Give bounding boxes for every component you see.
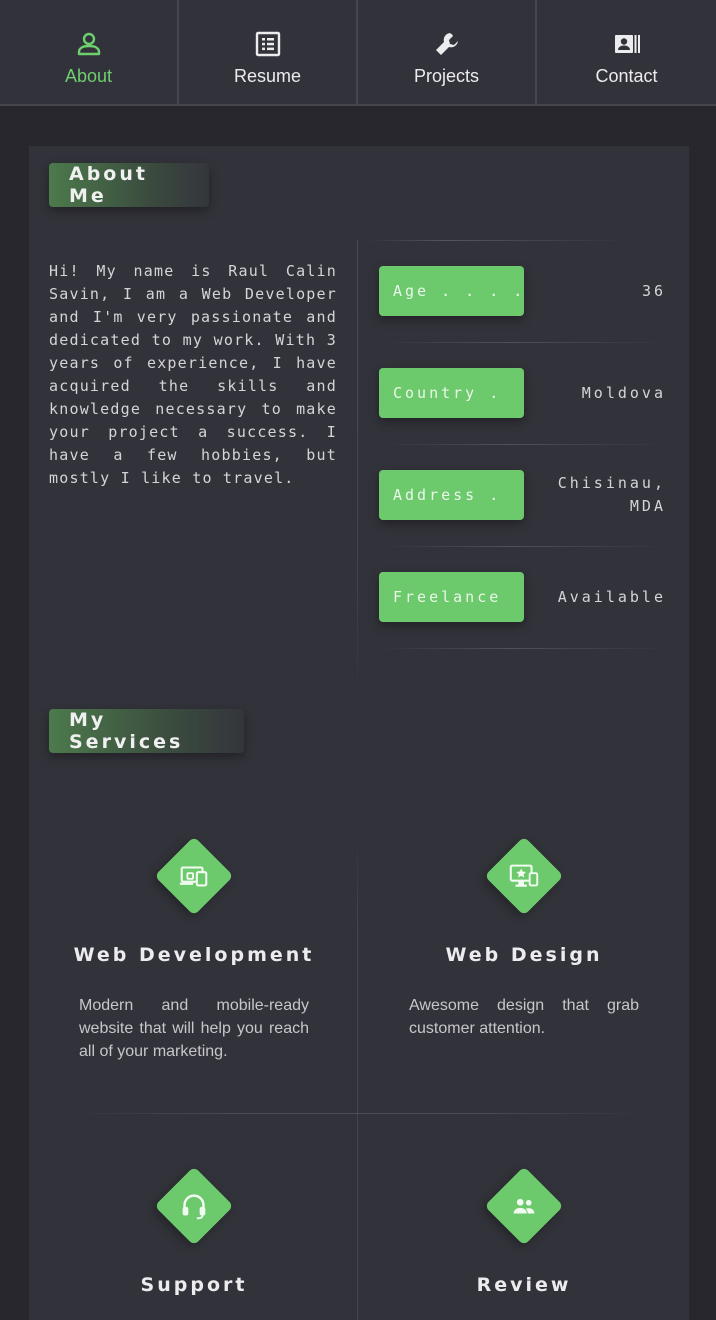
- info-row-freelance: Freelance Available: [379, 572, 669, 622]
- monitor-design-icon: [506, 858, 542, 894]
- people-icon: [506, 1188, 542, 1224]
- divider: [379, 648, 669, 649]
- divider: [379, 444, 669, 445]
- info-value-address: Chisinau, MDA: [557, 474, 666, 515]
- nav-item-about[interactable]: About: [0, 0, 179, 104]
- service-title: Web Design: [445, 944, 603, 966]
- bio-text: Hi! My name is Raul Calin Savin, I am a …: [49, 262, 337, 487]
- service-badge: [484, 836, 564, 916]
- service-description: Modern and mobile-ready website that wil…: [79, 997, 309, 1060]
- nav-label-about: About: [64, 66, 113, 86]
- divider: [69, 1113, 649, 1114]
- info-key-age: Age . . . .: [379, 266, 524, 316]
- info-row-address: Address . Chisinau, MDA: [379, 470, 669, 520]
- devices-icon: [176, 858, 212, 894]
- nav-item-projects[interactable]: Projects: [358, 0, 537, 104]
- services-heading: My Services: [49, 709, 244, 753]
- service-title: Web Development: [73, 944, 315, 966]
- service-title: Review: [476, 1274, 572, 1296]
- info-value-age: 36: [641, 281, 666, 300]
- about-card: About Me Hi! My name is Raul Calin Savin…: [29, 146, 689, 1320]
- divider: [367, 240, 629, 241]
- info-value-freelance: Available: [557, 587, 666, 606]
- list-icon: [254, 30, 282, 58]
- nav-label-contact: Contact: [595, 66, 658, 86]
- top-navigation: About Resume Projects Contact: [0, 0, 716, 106]
- about-heading: About Me: [49, 163, 209, 207]
- info-key-address: Address .: [379, 470, 524, 520]
- info-key-country: Country .: [379, 368, 524, 418]
- nav-label-projects: Projects: [413, 66, 480, 86]
- wrench-icon: [433, 30, 461, 58]
- service-badge: [154, 1166, 234, 1246]
- service-title: Support: [140, 1274, 248, 1296]
- person-icon: [75, 30, 103, 58]
- service-badge: [484, 1166, 564, 1246]
- info-row-age: Age . . . . 36: [379, 266, 669, 316]
- divider: [379, 546, 669, 547]
- service-badge: [154, 836, 234, 916]
- info-value-country: Moldova: [581, 383, 666, 402]
- info-key-freelance: Freelance: [379, 572, 524, 622]
- divider: [379, 342, 669, 343]
- nav-item-contact[interactable]: Contact: [537, 0, 716, 104]
- service-description: Awesome design that grab customer attent…: [409, 997, 639, 1037]
- headset-icon: [176, 1188, 212, 1224]
- divider-vertical: [357, 836, 358, 1320]
- nav-label-resume: Resume: [233, 66, 302, 86]
- contact-card-icon: [613, 30, 641, 58]
- divider-vertical: [357, 240, 358, 700]
- info-row-country: Country . Moldova: [379, 368, 669, 418]
- nav-item-resume[interactable]: Resume: [179, 0, 358, 104]
